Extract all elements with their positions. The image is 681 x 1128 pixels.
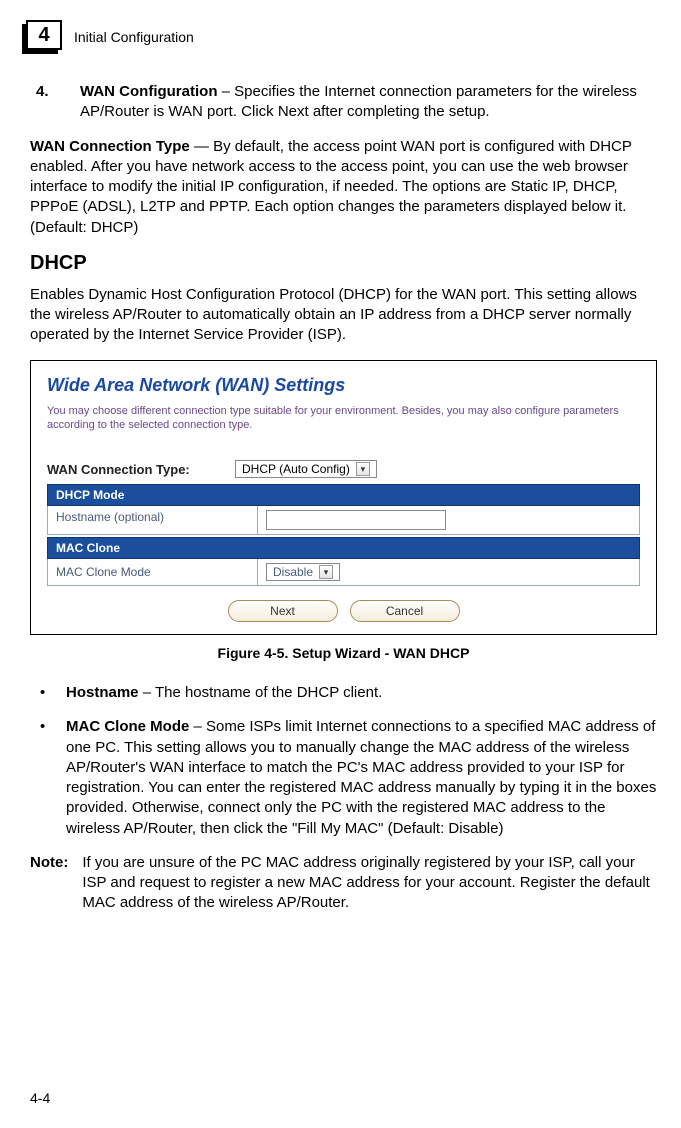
figure-caption: Figure 4-5. Setup Wizard - WAN DHCP: [30, 645, 657, 661]
macclone-label: MAC Clone Mode: [48, 559, 258, 585]
step-4-paragraph: 4. WAN Configuration – Specifies the Int…: [30, 82, 657, 123]
step-number: 4.: [36, 82, 49, 102]
chevron-down-icon: ▾: [356, 462, 370, 476]
hostname-bullet: • Hostname – The hostname of the DHCP cl…: [30, 683, 657, 703]
bullet-icon: •: [40, 717, 45, 737]
chevron-down-icon: ▾: [319, 565, 333, 579]
macclone-bullet-text: – Some ISPs limit Internet connections t…: [66, 718, 656, 836]
note-label: Note:: [30, 853, 68, 914]
dhcp-heading: DHCP: [30, 252, 657, 275]
figure-title: Wide Area Network (WAN) Settings: [47, 375, 640, 396]
hostname-bullet-bold: Hostname: [66, 684, 139, 701]
chapter-title: Initial Configuration: [74, 29, 194, 45]
wan-connection-value: DHCP (Auto Config): [242, 462, 350, 476]
dhcp-paragraph: Enables Dynamic Host Configuration Proto…: [30, 285, 657, 346]
figure-subtitle: You may choose different connection type…: [47, 404, 640, 433]
dhcp-mode-bar: DHCP Mode: [47, 484, 640, 506]
wan-connection-label: WAN Connection Type:: [47, 462, 217, 477]
hostname-label: Hostname (optional): [48, 506, 258, 534]
macclone-bullet: • MAC Clone Mode – Some ISPs limit Inter…: [30, 717, 657, 839]
figure-button-row: Next Cancel: [47, 600, 640, 622]
bullet-icon: •: [40, 683, 45, 703]
chapter-number-box: 4: [26, 20, 62, 50]
wan-connection-select[interactable]: DHCP (Auto Config) ▾: [235, 460, 377, 478]
macclone-value: Disable: [273, 565, 313, 579]
mac-clone-bar: MAC Clone: [47, 537, 640, 559]
next-button[interactable]: Next: [228, 600, 338, 622]
figure-wan-settings: Wide Area Network (WAN) Settings You may…: [30, 360, 657, 636]
wan-type-paragraph: WAN Connection Type — By default, the ac…: [30, 137, 657, 238]
macclone-bullet-bold: MAC Clone Mode: [66, 718, 189, 735]
wan-type-bold: WAN Connection Type: [30, 138, 190, 155]
hostname-bullet-text: – The hostname of the DHCP client.: [139, 684, 383, 701]
wan-connection-row: WAN Connection Type: DHCP (Auto Config) …: [47, 460, 640, 478]
hostname-row: Hostname (optional): [47, 506, 640, 535]
macclone-select[interactable]: Disable ▾: [266, 563, 340, 581]
hostname-cell: [258, 506, 639, 534]
page-number: 4-4: [30, 1090, 50, 1106]
macclone-cell: Disable ▾: [258, 559, 639, 585]
note-block: Note: If you are unsure of the PC MAC ad…: [30, 853, 657, 914]
cancel-button[interactable]: Cancel: [350, 600, 460, 622]
step-bold: WAN Configuration: [80, 83, 217, 100]
hostname-input[interactable]: [266, 510, 446, 530]
page-header: 4 Initial Configuration: [30, 20, 657, 54]
macclone-row: MAC Clone Mode Disable ▾: [47, 559, 640, 586]
note-text: If you are unsure of the PC MAC address …: [82, 853, 657, 914]
